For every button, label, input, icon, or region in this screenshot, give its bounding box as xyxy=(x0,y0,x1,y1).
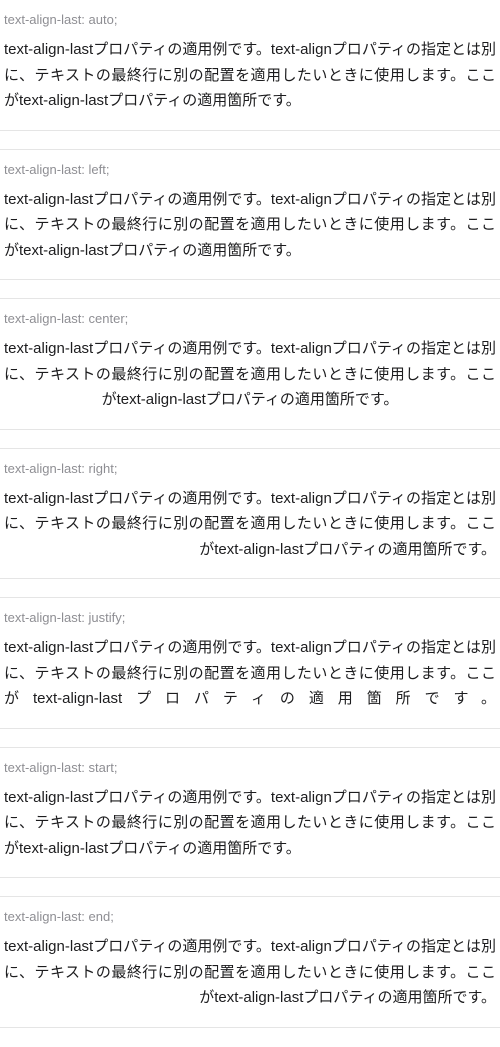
example-block: text-align-last: justify; text-align-last… xyxy=(0,597,500,729)
sample-paragraph: text-align-lastプロパティの適用例です。text-alignプロパ… xyxy=(4,934,496,1011)
sample-paragraph: text-align-lastプロパティの適用例です。text-alignプロパ… xyxy=(4,37,496,114)
sample-paragraph: text-align-lastプロパティの適用例です。text-alignプロパ… xyxy=(4,635,496,712)
css-property-label: text-align-last: center; xyxy=(4,311,496,326)
css-property-label: text-align-last: auto; xyxy=(4,12,496,27)
example-block: text-align-last: end; text-align-lastプロパテ… xyxy=(0,896,500,1028)
examples-container: text-align-last: auto; text-align-lastプロパ… xyxy=(0,0,500,1028)
css-property-label: text-align-last: end; xyxy=(4,909,496,924)
example-block: text-align-last: right; text-align-lastプロ… xyxy=(0,448,500,580)
css-property-label: text-align-last: left; xyxy=(4,162,496,177)
css-property-label: text-align-last: justify; xyxy=(4,610,496,625)
sample-paragraph: text-align-lastプロパティの適用例です。text-alignプロパ… xyxy=(4,187,496,264)
css-property-label: text-align-last: start; xyxy=(4,760,496,775)
sample-paragraph: text-align-lastプロパティの適用例です。text-alignプロパ… xyxy=(4,486,496,563)
sample-paragraph: text-align-lastプロパティの適用例です。text-alignプロパ… xyxy=(4,336,496,413)
sample-paragraph: text-align-lastプロパティの適用例です。text-alignプロパ… xyxy=(4,785,496,862)
example-block: text-align-last: start; text-align-lastプロ… xyxy=(0,747,500,879)
example-block: text-align-last: auto; text-align-lastプロパ… xyxy=(0,0,500,131)
example-block: text-align-last: left; text-align-lastプロパ… xyxy=(0,149,500,281)
example-block: text-align-last: center; text-align-lastプ… xyxy=(0,298,500,430)
css-property-label: text-align-last: right; xyxy=(4,461,496,476)
